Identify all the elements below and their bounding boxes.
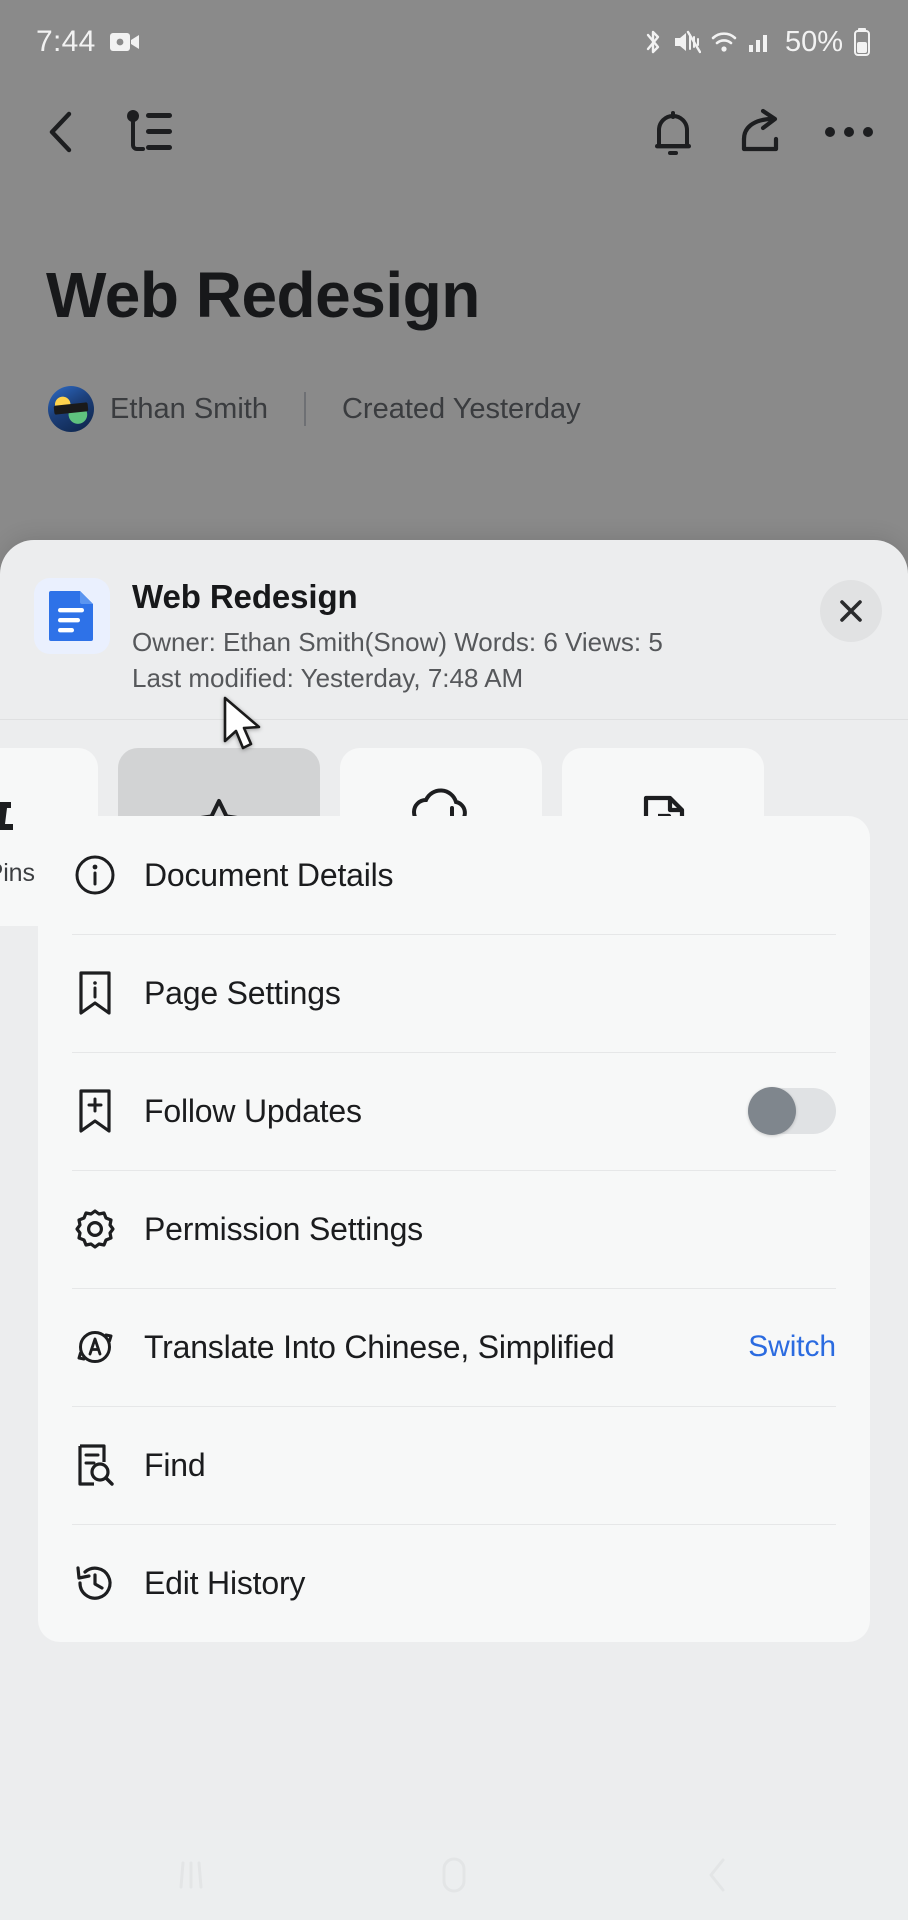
- nav-home-button[interactable]: [409, 1845, 499, 1905]
- android-nav-bar: [0, 1830, 908, 1920]
- document-created: Created Yesterday: [341, 392, 581, 425]
- mute-icon: [673, 29, 701, 55]
- screen-record-icon: [109, 31, 140, 53]
- bookmark-plus-icon: [72, 1088, 118, 1134]
- battery-icon: [852, 27, 872, 57]
- document-file-icon: [34, 578, 110, 654]
- document-author: Ethan Smith: [110, 392, 268, 425]
- avatar: [48, 386, 94, 432]
- bluetooth-icon: [642, 28, 664, 56]
- quick-action-label: to Pins: [0, 858, 35, 887]
- pin-icon: [0, 786, 23, 852]
- follow-updates-toggle[interactable]: [748, 1087, 836, 1135]
- toolbar-right-group: [642, 101, 880, 163]
- menu-item-edit-history[interactable]: Edit History: [38, 1524, 870, 1642]
- menu-item-label: Edit History: [144, 1564, 306, 1601]
- meta-divider: [303, 392, 306, 426]
- toolbar-left-group: [30, 101, 180, 163]
- menu-item-permission-settings[interactable]: Permission Settings: [38, 1170, 870, 1288]
- back-button[interactable]: [30, 101, 92, 163]
- status-bar: 7:44 50%: [0, 0, 908, 84]
- find-document-icon: [72, 1442, 118, 1488]
- nav-recents-button[interactable]: [146, 1845, 236, 1905]
- document-meta: Ethan Smith Created Yesterday: [48, 386, 581, 432]
- outline-button[interactable]: [118, 101, 180, 163]
- history-icon: [72, 1561, 118, 1605]
- menu-item-label: Page Settings: [144, 974, 341, 1011]
- menu-item-follow-updates[interactable]: Follow Updates: [38, 1052, 870, 1170]
- document-info-card: Web Redesign Owner: Ethan Smith(Snow) Wo…: [0, 540, 908, 720]
- translate-switch-link[interactable]: Switch: [748, 1330, 836, 1364]
- gear-icon: [72, 1207, 118, 1251]
- menu-item-find[interactable]: Find: [38, 1406, 870, 1524]
- bookmark-info-icon: [72, 970, 118, 1016]
- status-time: 7:44: [36, 25, 96, 58]
- menu-item-label: Document Details: [144, 856, 394, 893]
- status-bar-left: 7:44: [36, 25, 140, 59]
- menu-item-page-settings[interactable]: Page Settings: [38, 934, 870, 1052]
- more-button[interactable]: [818, 101, 880, 163]
- menu-item-label: Find: [144, 1446, 206, 1483]
- info-card-last-modified: Last modified: Yesterday, 7:48 AM: [132, 662, 524, 693]
- toggle-knob: [748, 1087, 796, 1135]
- document-info-texts: Web Redesign Owner: Ethan Smith(Snow) Wo…: [132, 576, 820, 719]
- signal-icon: [747, 29, 773, 55]
- info-circle-icon: [72, 853, 118, 897]
- options-menu-list: Document Details Page Settings Follow Up…: [38, 816, 870, 1642]
- translate-icon: [72, 1325, 118, 1369]
- menu-item-document-details[interactable]: Document Details: [38, 816, 870, 934]
- notifications-button[interactable]: [642, 101, 704, 163]
- page-title: Web Redesign: [46, 259, 480, 331]
- app-toolbar: [0, 84, 908, 180]
- options-bottom-sheet: Web Redesign Owner: Ethan Smith(Snow) Wo…: [0, 540, 908, 1920]
- info-card-owner-stats: Owner: Ethan Smith(Snow) Words: 6 Views:…: [132, 627, 663, 657]
- menu-item-translate[interactable]: Translate Into Chinese, Simplified Switc…: [38, 1288, 870, 1406]
- wifi-icon: [710, 29, 738, 55]
- info-card-title: Web Redesign: [132, 578, 358, 615]
- share-button[interactable]: [730, 101, 792, 163]
- menu-item-label: Translate Into Chinese, Simplified: [144, 1328, 615, 1365]
- battery-percent: 50%: [784, 25, 843, 58]
- close-button[interactable]: [820, 580, 882, 642]
- menu-item-label: Permission Settings: [144, 1210, 423, 1247]
- menu-item-label: Follow Updates: [144, 1092, 362, 1129]
- status-bar-right: 50%: [642, 26, 872, 59]
- phone-screen: 7:44 50% Web Redesign Ethan Smith Create…: [0, 0, 908, 1920]
- nav-back-button[interactable]: [672, 1845, 762, 1905]
